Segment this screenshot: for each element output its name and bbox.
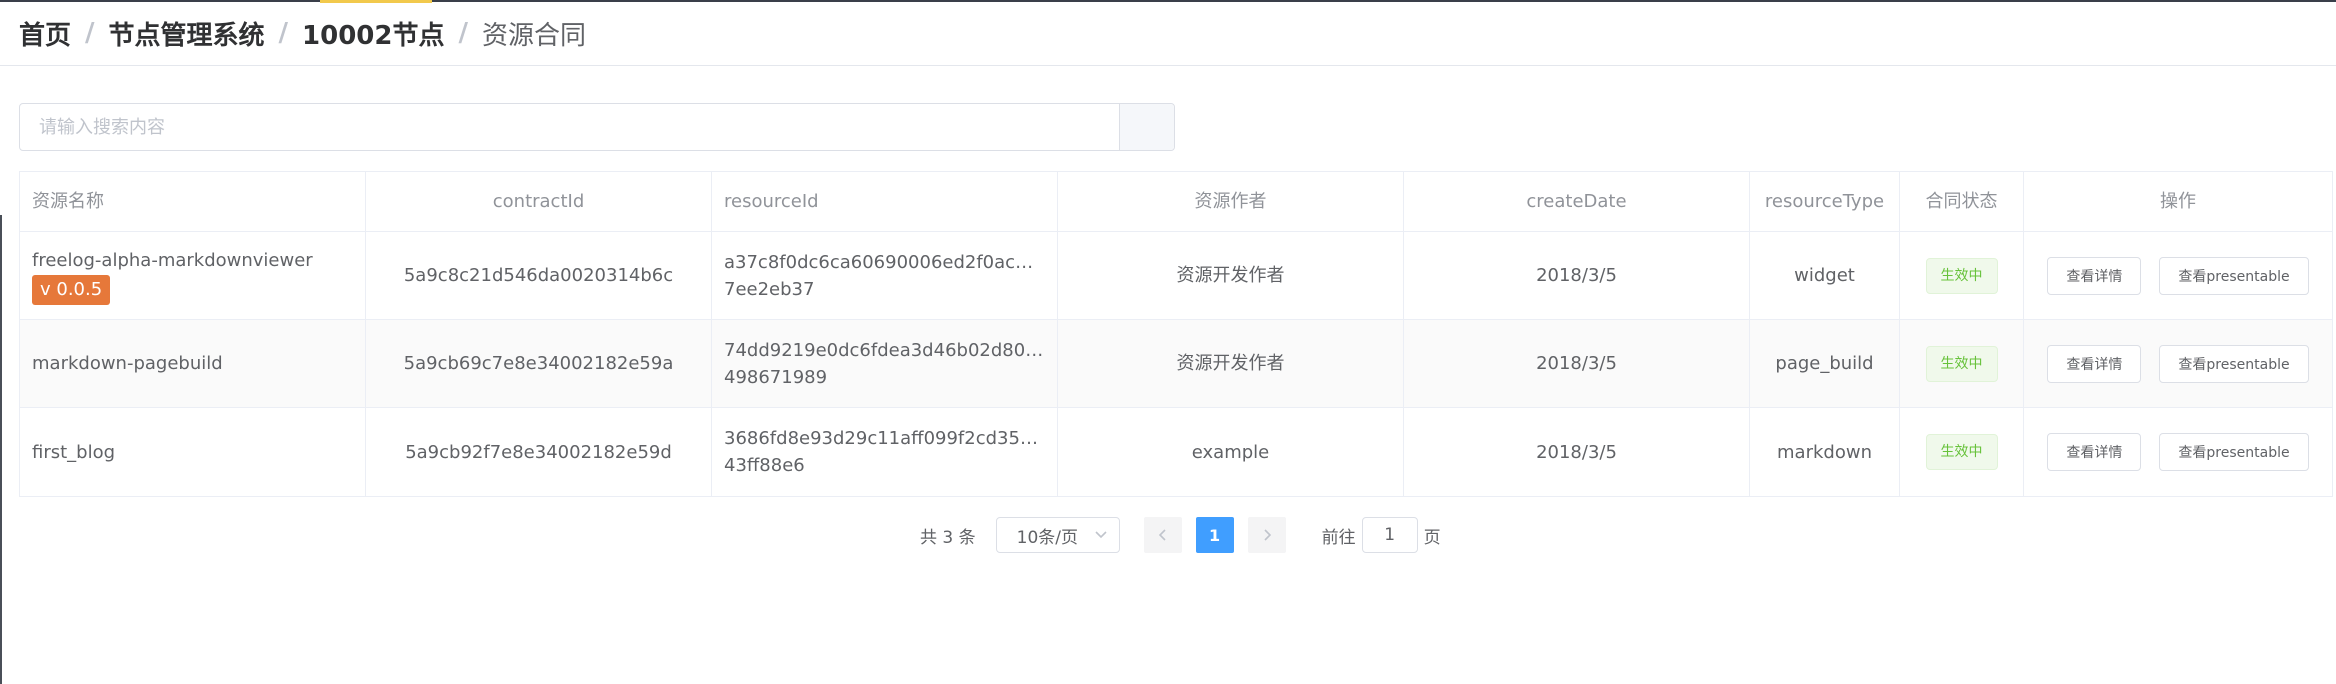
pagination-total: 共 3 条: [920, 527, 976, 548]
view-presentable-button[interactable]: 查看presentable: [2159, 433, 2309, 471]
column-header-resource-name: 资源名称: [20, 172, 366, 231]
search-button[interactable]: [1119, 104, 1174, 150]
column-header-create-date: createDate: [1404, 172, 1750, 231]
table-header-row: 资源名称 contractId resourceId 资源作者 createDa…: [20, 172, 2332, 232]
resource-id-line: 7ee2eb37: [724, 278, 815, 300]
resource-author: 资源开发作者: [1058, 232, 1404, 319]
resource-name-cell: freelog-alpha-markdownviewer v 0.0.5: [20, 232, 366, 319]
resource-id-cell: 3686fd8e93d29c11aff099f2cd35ea00 43ff88e…: [712, 408, 1058, 496]
resource-type: markdown: [1750, 408, 1900, 496]
actions-cell: 查看详情 查看presentable: [2024, 320, 2332, 407]
create-date: 2018/3/5: [1404, 320, 1750, 407]
contract-id: 5a9cb92f7e8e34002182e59d: [366, 408, 712, 496]
breadcrumb-current: 资源合同: [482, 20, 587, 51]
contract-status-cell: 生效中: [1900, 320, 2024, 407]
view-details-button[interactable]: 查看详情: [2047, 256, 2142, 295]
left-edge-rule: [0, 215, 2, 684]
resource-name: markdown-pagebuild: [20, 320, 366, 407]
column-header-contract-id: contractId: [366, 172, 712, 231]
status-badge: 生效中: [1925, 345, 1998, 382]
header-divider: [0, 65, 2336, 66]
status-badge: 生效中: [1925, 257, 1998, 294]
contract-id: 5a9cb69c7e8e34002182e59a: [366, 320, 712, 407]
chevron-right-icon: [1264, 529, 1271, 541]
search-input[interactable]: [20, 104, 1119, 150]
table-row: markdown-pagebuild 5a9cb69c7e8e34002182e…: [20, 320, 2332, 408]
contract-id: 5a9c8c21d546da0020314b6c: [366, 232, 712, 319]
column-header-actions: 操作: [2160, 191, 2196, 212]
breadcrumb-home[interactable]: 首页: [19, 15, 71, 52]
status-badge: 生效中: [1925, 434, 1998, 470]
column-header-contract-status: 合同状态: [1900, 172, 2024, 231]
contract-status-cell: 生效中: [1900, 408, 2024, 496]
resource-id-line: 3686fd8e93d29c11aff099f2cd35ea00: [724, 428, 1044, 449]
table-row: freelog-alpha-markdownviewer v 0.0.5 5a9…: [20, 232, 2332, 320]
view-presentable-button[interactable]: 查看presentable: [2159, 344, 2309, 383]
pagination: 共 3 条 10条/页 1 前往 1 页: [920, 517, 1441, 553]
table-row: first_blog 5a9cb92f7e8e34002182e59d 3686…: [20, 408, 2332, 496]
resource-id-line: 498671989: [724, 366, 828, 388]
actions-cell: 查看详情 查看presentable: [2024, 232, 2332, 319]
version-tag: v 0.0.5: [32, 274, 111, 305]
resource-name: first_blog: [20, 408, 366, 496]
next-page-button[interactable]: [1247, 517, 1286, 553]
page-number-button[interactable]: 1: [1195, 517, 1234, 553]
actions-cell: 查看详情 查看presentable: [2024, 408, 2332, 496]
prev-page-button[interactable]: [1143, 517, 1182, 553]
resource-type: page_build: [1750, 320, 1900, 407]
column-header-author: 资源作者: [1058, 172, 1404, 231]
contract-status-cell: 生效中: [1900, 232, 2024, 319]
chevron-down-icon: [1095, 531, 1107, 539]
view-details-button[interactable]: 查看详情: [2047, 344, 2142, 383]
breadcrumb-separator: /: [458, 18, 469, 48]
view-details-button[interactable]: 查看详情: [2047, 433, 2142, 471]
breadcrumb-separator: /: [85, 18, 95, 48]
page-size-select[interactable]: 10条/页: [995, 517, 1120, 553]
chevron-left-icon: [1158, 529, 1166, 541]
resource-id-cell: 74dd9219e0dc6fdea3d46b02d8087... 4986719…: [712, 320, 1058, 407]
jump-suffix: 页: [1423, 527, 1441, 548]
page-jump-input[interactable]: 1: [1361, 517, 1418, 553]
breadcrumb: 首页 / 节点管理系统 / 10002节点 / 资源合同: [19, 0, 586, 66]
jump-prefix: 前往: [1321, 527, 1356, 548]
create-date: 2018/3/5: [1404, 232, 1750, 319]
breadcrumb-separator: /: [278, 18, 289, 48]
resource-id-line: 74dd9219e0dc6fdea3d46b02d8087...: [724, 339, 1044, 361]
breadcrumb-node[interactable]: 10002节点: [302, 15, 444, 52]
search-bar: [19, 103, 1175, 151]
resource-type: widget: [1750, 232, 1900, 319]
resource-id-line: 43ff88e6: [724, 455, 805, 476]
page-size-value: 10条/页: [1016, 527, 1078, 548]
view-presentable-button[interactable]: 查看presentable: [2159, 256, 2309, 295]
contracts-table: 资源名称 contractId resourceId 资源作者 createDa…: [19, 171, 2333, 497]
resource-id-line: a37c8f0dc6ca60690006ed2f0acd78b0: [724, 251, 1044, 273]
create-date: 2018/3/5: [1404, 408, 1750, 496]
resource-name: freelog-alpha-markdownviewer: [32, 249, 313, 271]
resource-author: example: [1058, 408, 1404, 496]
column-header-resource-type: resourceType: [1750, 172, 1900, 231]
resource-id-cell: a37c8f0dc6ca60690006ed2f0acd78b0 7ee2eb3…: [712, 232, 1058, 319]
column-header-resource-id: resourceId: [712, 172, 1058, 231]
resource-author: 资源开发作者: [1058, 320, 1404, 407]
breadcrumb-node-system[interactable]: 节点管理系统: [109, 15, 265, 52]
